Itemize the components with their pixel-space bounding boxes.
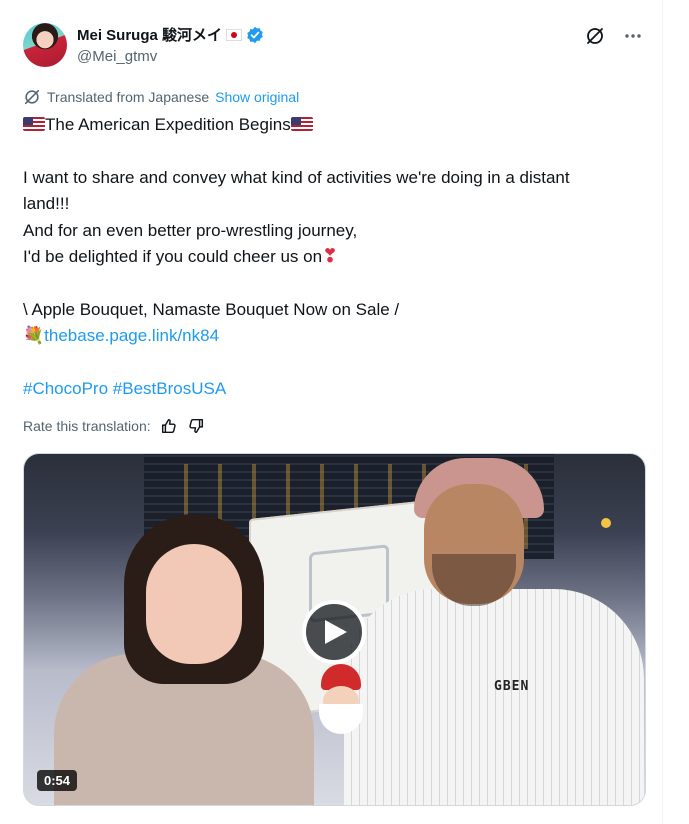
rate-translation: Rate this translation:: [23, 417, 205, 435]
translation-notice: Translated from Japanese Show original: [23, 88, 299, 106]
avatar[interactable]: [23, 23, 67, 67]
video-player[interactable]: GBEN 0:54: [23, 453, 646, 806]
top-actions: [584, 25, 644, 47]
tweet-line-text: I'd be delighted if you could cheer us o…: [23, 247, 323, 267]
person-left: [54, 514, 344, 805]
tweet-line: \ Apple Bouquet, Namaste Bouquet Now on …: [23, 299, 400, 319]
hashtag-chocopro[interactable]: #ChocoPro: [23, 379, 108, 398]
japan-flag-icon: [226, 28, 243, 41]
translate-icon: [24, 89, 40, 105]
author-handle[interactable]: @Mei_gtmv: [77, 48, 157, 65]
heart-exclamation-icon: ❣: [322, 246, 338, 268]
play-icon: [325, 620, 347, 644]
more-horizontal-icon[interactable]: [622, 25, 644, 47]
tweet-line: land!!!: [23, 194, 70, 214]
hashtag-bestbrosusa[interactable]: #BestBrosUSA: [113, 379, 226, 398]
santa-decoration: [311, 664, 371, 744]
tweet-title-text: The American Expedition Begins: [45, 115, 291, 134]
rate-translation-label: Rate this translation:: [23, 418, 151, 434]
us-flag-icon: [23, 117, 45, 131]
tweet-line-title: The American Expedition Begins: [23, 112, 653, 138]
tweet-text: The American Expedition Begins I want to…: [23, 112, 653, 402]
tweet-hashtags: #ChocoPro #BestBrosUSA: [23, 376, 653, 402]
tweet-card[interactable]: Mei Suruga 駿河メイ @Mei_gtmv Translated fro…: [0, 0, 663, 824]
shop-link[interactable]: thebase.page.link/nk84: [44, 326, 219, 345]
person-right: GBEN: [344, 454, 644, 805]
bouquet-icon: 💐: [23, 326, 45, 346]
thumbs-up-icon[interactable]: [160, 417, 178, 435]
verified-badge-icon[interactable]: [246, 26, 264, 44]
grok-icon[interactable]: [584, 25, 606, 47]
us-flag-icon: [290, 117, 313, 131]
display-name[interactable]: Mei Suruga 駿河メイ: [77, 24, 222, 45]
translated-from-label: Translated from Japanese: [47, 89, 210, 105]
tweet-line-link: 💐thebase.page.link/nk84: [23, 323, 653, 349]
author-name-row: Mei Suruga 駿河メイ: [77, 24, 264, 45]
tweet-line: And for an even better pro-wrestling jou…: [23, 220, 358, 240]
show-original-link[interactable]: Show original: [215, 89, 299, 105]
play-button[interactable]: [302, 600, 366, 664]
video-duration: 0:54: [37, 770, 78, 791]
thumbs-down-icon[interactable]: [187, 417, 205, 435]
tweet-line: I want to share and convey what kind of …: [23, 167, 570, 187]
jacket-brand-text: GBEN: [494, 679, 530, 694]
tweet-line-cheer: I'd be delighted if you could cheer us o…: [23, 244, 653, 270]
